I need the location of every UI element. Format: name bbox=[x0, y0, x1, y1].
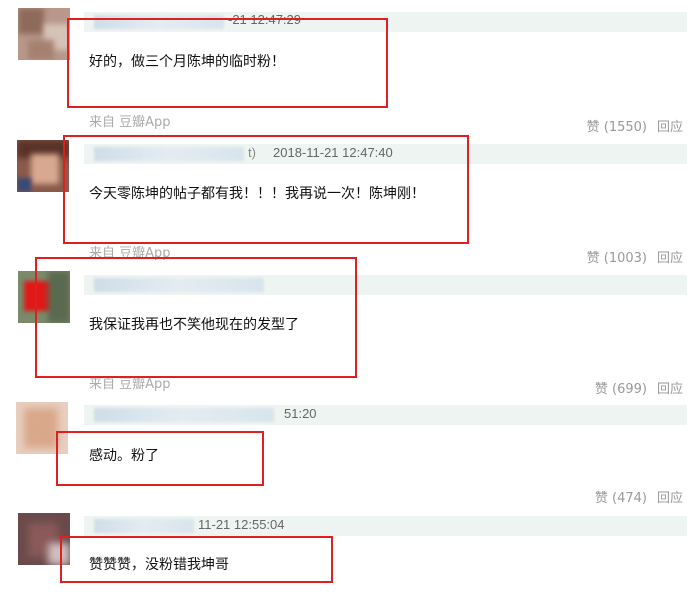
reply-button[interactable]: 回应 bbox=[657, 491, 683, 506]
username[interactable] bbox=[94, 147, 244, 161]
like-button[interactable]: 赞 (1003) bbox=[587, 251, 647, 266]
source-label: 来自 豆瓣App bbox=[89, 377, 171, 392]
username[interactable] bbox=[94, 15, 224, 29]
username[interactable] bbox=[94, 278, 264, 292]
comment-text: 感动。粉了 bbox=[89, 448, 159, 464]
comment-meta: 51:20 bbox=[84, 405, 687, 425]
like-button[interactable]: 赞 (699) bbox=[595, 382, 647, 397]
timestamp: 2018-11-21 12:47:40 bbox=[273, 145, 393, 160]
highlight-box bbox=[56, 431, 264, 486]
comment-meta: t) 2018-11-21 12:47:40 bbox=[84, 144, 687, 164]
comment-text: 好的，做三个月陈坤的临时粉！ bbox=[89, 54, 285, 70]
comment-actions: 赞 (1003) 回应 bbox=[587, 247, 683, 266]
comment-text: 赞赞赞，没粉错我坤哥 bbox=[89, 557, 229, 573]
username[interactable] bbox=[94, 519, 194, 533]
like-button[interactable]: 赞 (1550) bbox=[587, 120, 647, 135]
source-label: 来自 豆瓣App bbox=[89, 246, 171, 261]
reply-button[interactable]: 回应 bbox=[657, 251, 683, 266]
avatar[interactable] bbox=[16, 402, 68, 454]
comment-actions: 赞 (699) 回应 bbox=[595, 378, 683, 397]
comment-text: 我保证我再也不笑他现在的发型了 bbox=[89, 317, 299, 333]
comment-actions: 赞 (474) 回应 bbox=[595, 487, 683, 506]
avatar[interactable] bbox=[18, 513, 70, 565]
avatar[interactable] bbox=[18, 271, 70, 323]
username[interactable] bbox=[94, 408, 274, 422]
source-label: 来自 豆瓣App bbox=[89, 115, 171, 130]
comment-meta: -21 12:47:29 bbox=[84, 12, 687, 32]
comment-meta: 11-21 12:55:04 bbox=[84, 516, 687, 536]
like-button[interactable]: 赞 (474) bbox=[595, 491, 647, 506]
reply-button[interactable]: 回应 bbox=[657, 120, 683, 135]
timestamp-prefix: t) bbox=[248, 145, 256, 160]
comment-meta bbox=[84, 275, 687, 295]
reply-button[interactable]: 回应 bbox=[657, 382, 683, 397]
avatar[interactable] bbox=[17, 140, 69, 192]
timestamp: -21 12:47:29 bbox=[228, 12, 302, 27]
timestamp: 51:20 bbox=[284, 406, 317, 421]
timestamp: 11-21 12:55:04 bbox=[198, 517, 285, 532]
comment-text: 今天零陈坤的帖子都有我！！！我再说一次！陈坤刚！ bbox=[89, 186, 425, 202]
avatar[interactable] bbox=[18, 8, 70, 60]
comment-actions: 赞 (1550) 回应 bbox=[587, 116, 683, 135]
